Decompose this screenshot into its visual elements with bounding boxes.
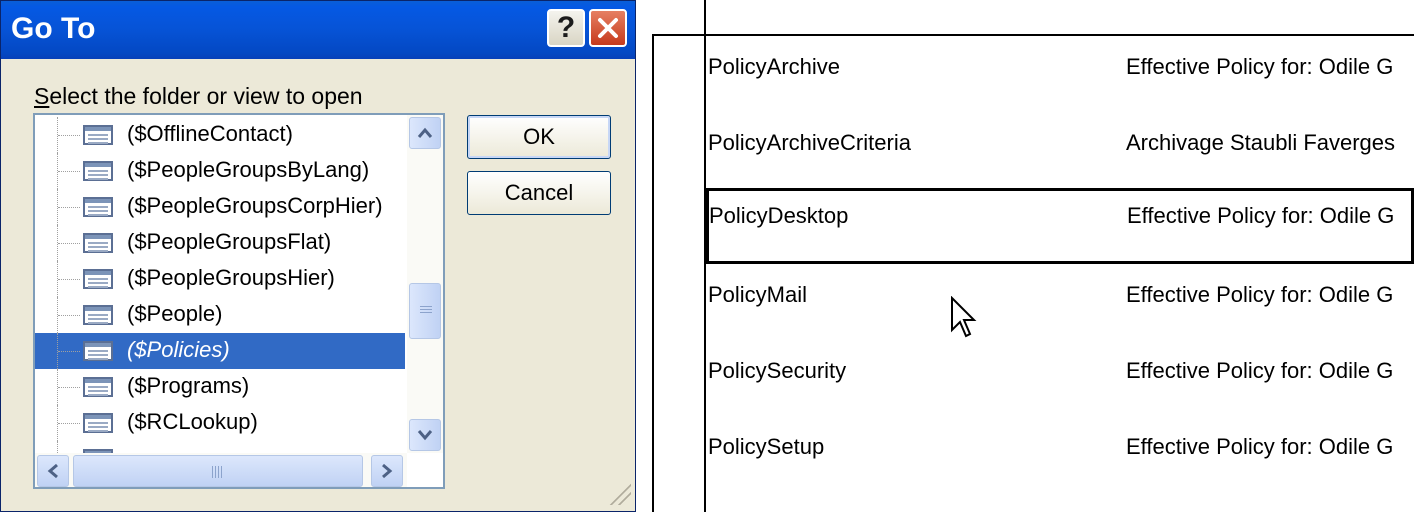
tree-item-label: ($People) xyxy=(127,301,223,326)
tree-item-label: ($PeopleGroupsFlat) xyxy=(127,229,332,254)
view-icon xyxy=(83,125,113,145)
scroll-left-button[interactable] xyxy=(37,455,69,487)
folder-prompt: Select the folder or view to open xyxy=(34,83,363,110)
scroll-up-button[interactable] xyxy=(409,117,441,149)
chevron-down-icon xyxy=(417,430,433,441)
row-name: PolicyArchiveCriteria xyxy=(708,130,911,155)
list-row[interactable]: PolicySetup Effective Policy for: Odile G xyxy=(706,416,1414,492)
tree-item-label: ($Policies) xyxy=(127,337,230,362)
view-icon xyxy=(83,269,113,289)
list-row[interactable]: PolicyMail Effective Policy for: Odile G xyxy=(706,264,1414,340)
goto-dialog: Go To ? Select the folder or view to ope… xyxy=(0,0,636,512)
tree-item[interactable]: ($PeopleGroupsHier) xyxy=(35,261,405,297)
row-name: PolicySecurity xyxy=(708,358,847,383)
list-row[interactable]: PolicyDesktop Effective Policy for: Odile… xyxy=(706,188,1414,264)
tree-branch-line xyxy=(58,387,80,388)
tree-item[interactable]: ($RCLookup) xyxy=(35,405,405,441)
list-row[interactable]: PolicyArchive Effective Policy for: Odile… xyxy=(706,36,1414,112)
tree-item-label: ($PeopleGroupsCorpHier) xyxy=(127,193,383,218)
tree-item[interactable]: ($People) xyxy=(35,297,405,333)
row-name: PolicyDesktop xyxy=(709,203,849,228)
horizontal-scrollbar[interactable] xyxy=(35,453,407,487)
title-bar[interactable]: Go To ? xyxy=(1,1,635,59)
design-list: PolicyArchive Effective Policy for: Odile… xyxy=(652,0,1414,512)
tree-item[interactable]: ($PeopleGroupsFlat) xyxy=(35,225,405,261)
tree-item-label: ($PeopleGroupsByLang) xyxy=(127,157,370,182)
tree-item-label: ($OfflineContact) xyxy=(127,121,293,146)
tree-branch-line xyxy=(58,207,80,208)
view-icon xyxy=(83,413,113,433)
view-icon xyxy=(83,197,113,217)
row-name: PolicySetup xyxy=(708,434,825,459)
row-description: Archivage Staubli Faverges xyxy=(1126,130,1396,155)
help-icon: ? xyxy=(556,11,576,44)
close-button[interactable] xyxy=(589,9,627,47)
tree-branch-line xyxy=(58,135,80,136)
view-icon xyxy=(83,233,113,253)
prompt-accelerator: S xyxy=(34,83,50,109)
chevron-up-icon xyxy=(417,127,433,138)
view-icon xyxy=(83,161,113,181)
cancel-button[interactable]: Cancel xyxy=(467,171,611,215)
ok-button[interactable]: OK xyxy=(467,115,611,159)
resize-grip-icon[interactable] xyxy=(607,481,631,505)
tree-branch-line xyxy=(58,315,80,316)
view-icon xyxy=(83,305,113,325)
row-name: PolicyArchive xyxy=(708,54,841,79)
tree-item[interactable]: ($PeopleGroupsByLang) xyxy=(35,153,405,189)
folder-tree[interactable]: ($OfflineContact) ($PeopleGroupsByLang) ($… xyxy=(33,113,445,489)
tree-item-label: ($RCLookup) xyxy=(127,409,258,434)
row-description: Effective Policy for: Odile G xyxy=(1126,54,1394,79)
row-description: Effective Policy for: Odile G xyxy=(1127,203,1395,228)
list-left-border xyxy=(652,34,654,512)
tree-item[interactable]: ($Programs) xyxy=(35,369,405,405)
row-description: Effective Policy for: Odile G xyxy=(1126,282,1394,307)
vertical-scroll-thumb[interactable] xyxy=(409,283,441,339)
view-icon xyxy=(83,377,113,397)
dialog-title: Go To xyxy=(11,12,96,45)
scroll-down-button[interactable] xyxy=(409,419,441,451)
tree-item-label: ($Programs) xyxy=(127,373,250,398)
tree-branch-line xyxy=(58,171,80,172)
row-name: PolicyMail xyxy=(708,282,808,307)
tree-item-label: ($PeopleGroupsHier) xyxy=(127,265,335,290)
tree-branch-line xyxy=(58,243,80,244)
tree-branch-line xyxy=(58,279,80,280)
tree-item[interactable]: ($PeopleGroupsCorpHier) xyxy=(35,189,405,225)
vertical-scrollbar[interactable] xyxy=(407,115,443,453)
mouse-pointer-icon xyxy=(951,296,977,338)
horizontal-scroll-thumb[interactable] xyxy=(73,455,363,487)
scroll-right-button[interactable] xyxy=(371,455,403,487)
prompt-text: elect the folder or view to open xyxy=(49,83,363,109)
tree-branch-line xyxy=(58,351,80,352)
list-row[interactable]: PolicyArchiveCriteria Archivage Staubli F… xyxy=(706,112,1414,188)
view-icon xyxy=(83,341,113,361)
row-description: Effective Policy for: Odile G xyxy=(1126,434,1394,459)
tree-branch-line xyxy=(58,423,80,424)
row-description: Effective Policy for: Odile G xyxy=(1126,358,1394,383)
tree-item[interactable]: ($Policies) xyxy=(35,333,405,369)
list-row[interactable]: PolicySecurity Effective Policy for: Odil… xyxy=(706,340,1414,416)
chevron-left-icon xyxy=(47,463,58,479)
close-icon xyxy=(598,18,618,38)
help-button[interactable]: ? xyxy=(547,9,585,47)
tree-item[interactable]: ($OfflineContact) xyxy=(35,117,405,153)
chevron-right-icon xyxy=(382,463,393,479)
